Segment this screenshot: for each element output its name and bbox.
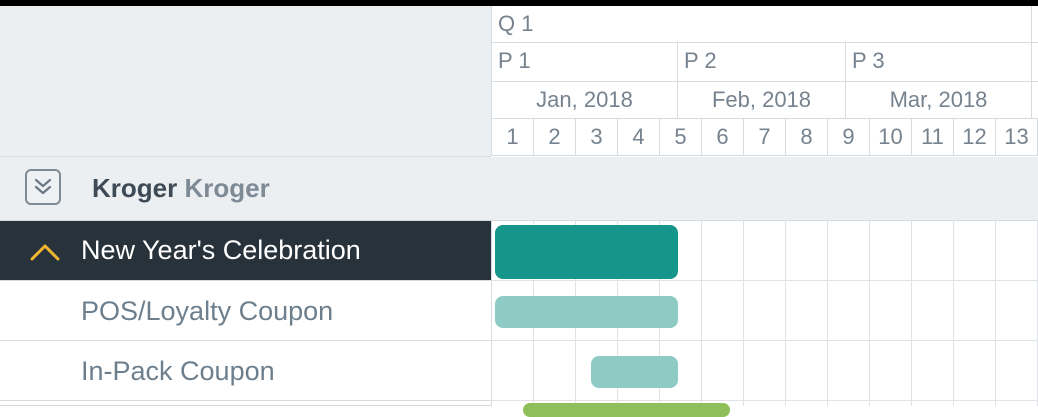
month-cell: Feb, 2018 (678, 82, 846, 118)
week-cell: 12 (954, 119, 996, 156)
gantt-chart-area (491, 221, 1038, 417)
row-label: New Year's Celebration (81, 235, 361, 265)
group-name: Kroger (92, 173, 178, 203)
grid-line (953, 221, 954, 406)
week-cell: 8 (786, 119, 828, 156)
timeline-header: Q 1 P 1 P 2 P 3 Jan, 2018 Feb, 2018 Mar,… (491, 6, 1038, 156)
week-cell: 10 (870, 119, 912, 156)
week-cell: 13 (996, 119, 1038, 156)
pos-loyalty-bar[interactable] (495, 296, 678, 328)
group-row: Kroger Kroger (0, 157, 1038, 221)
partial-next-bar[interactable] (523, 403, 730, 417)
grid-line (827, 221, 828, 406)
row-label: POS/Loyalty Coupon (81, 296, 334, 326)
grid-line (785, 221, 786, 406)
row-divider (492, 340, 1038, 341)
month-cell: Jan, 2018 (492, 82, 678, 118)
grid-line (869, 221, 870, 406)
week-cell: 2 (534, 119, 576, 156)
chevron-up-icon[interactable] (30, 243, 60, 261)
period-cell: P 1 (492, 43, 678, 81)
month-row: Jan, 2018 Feb, 2018 Mar, 2018 (492, 82, 1038, 119)
week-cell: 7 (744, 119, 786, 156)
week-cell: 1 (492, 119, 534, 156)
list-item-tactic[interactable]: In-Pack Coupon (0, 341, 491, 401)
list-item-partial (0, 401, 491, 406)
double-chevron-down-icon (34, 178, 52, 195)
week-cell: 5 (660, 119, 702, 156)
group-subname: Kroger (184, 173, 270, 203)
week-cell: 9 (828, 119, 870, 156)
week-cell: 4 (618, 119, 660, 156)
grid-line (701, 221, 702, 406)
period-cell: P 2 (678, 43, 846, 81)
collapse-all-button[interactable] (25, 169, 61, 205)
week-row: 1 2 3 4 5 6 7 8 9 10 11 12 13 (492, 119, 1038, 156)
week-cell: 3 (576, 119, 618, 156)
grid-line (911, 221, 912, 406)
row-label: In-Pack Coupon (81, 356, 275, 386)
row-divider (492, 280, 1038, 281)
grid-line (743, 221, 744, 406)
in-pack-coupon-bar[interactable] (591, 356, 678, 388)
period-cell: P 3 (846, 43, 1032, 81)
month-cell: Mar, 2018 (846, 82, 1032, 118)
quarter-cell: Q 1 (492, 6, 1032, 42)
week-cell: 6 (702, 119, 744, 156)
row-divider (492, 400, 1038, 401)
left-header-panel (0, 6, 491, 157)
period-row: P 1 P 2 P 3 (492, 43, 1038, 82)
quarter-row: Q 1 (492, 6, 1038, 43)
grid-line (995, 221, 996, 406)
week-cell: 11 (912, 119, 954, 156)
group-title: Kroger Kroger (92, 173, 270, 204)
list-item-tactic[interactable]: POS/Loyalty Coupon (0, 281, 491, 341)
event-bar[interactable] (495, 225, 678, 279)
list-item-event[interactable]: New Year's Celebration (0, 221, 491, 281)
